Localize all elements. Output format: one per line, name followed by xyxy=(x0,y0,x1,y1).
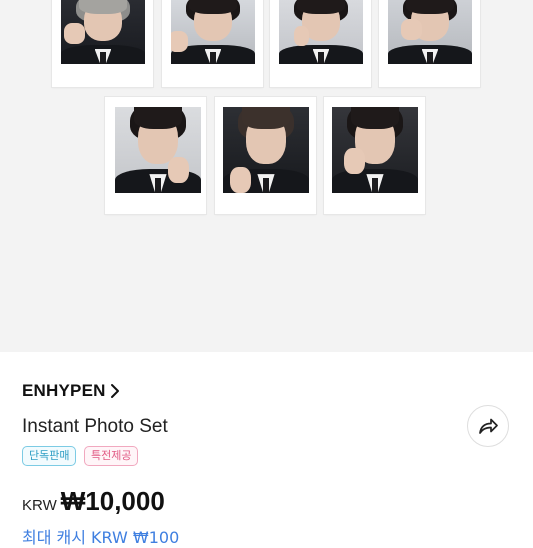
product-title: Instant Photo Set xyxy=(22,416,168,437)
product-image-gallery[interactable] xyxy=(0,0,533,352)
cashback-text: 최대 캐시 KRW ₩100 xyxy=(22,528,180,547)
member-photo xyxy=(332,107,418,193)
badge-bonus-benefit: 특전제공 xyxy=(84,446,139,466)
member-photo xyxy=(171,0,255,64)
price: KRW ₩10,000 xyxy=(22,486,165,517)
photo-card xyxy=(270,0,371,87)
share-arrow-icon xyxy=(479,418,498,434)
member-photo xyxy=(61,0,145,64)
photo-card xyxy=(379,0,480,87)
price-amount: ₩10,000 xyxy=(60,486,165,516)
badge-exclusive-sale: 단독판매 xyxy=(22,446,77,466)
member-photo xyxy=(279,0,363,64)
member-photo xyxy=(388,0,472,64)
brand-name: ENHYPEN xyxy=(22,381,106,400)
chevron-right-icon xyxy=(110,384,119,398)
photo-card xyxy=(215,97,316,214)
member-photo xyxy=(223,107,309,193)
photo-card xyxy=(105,97,206,214)
price-currency: KRW xyxy=(22,497,57,514)
member-photo xyxy=(115,107,201,193)
photo-card xyxy=(324,97,425,214)
brand-link[interactable]: ENHYPEN xyxy=(22,381,121,401)
photo-card xyxy=(162,0,263,87)
share-button[interactable] xyxy=(467,405,509,447)
photo-card xyxy=(52,0,153,87)
